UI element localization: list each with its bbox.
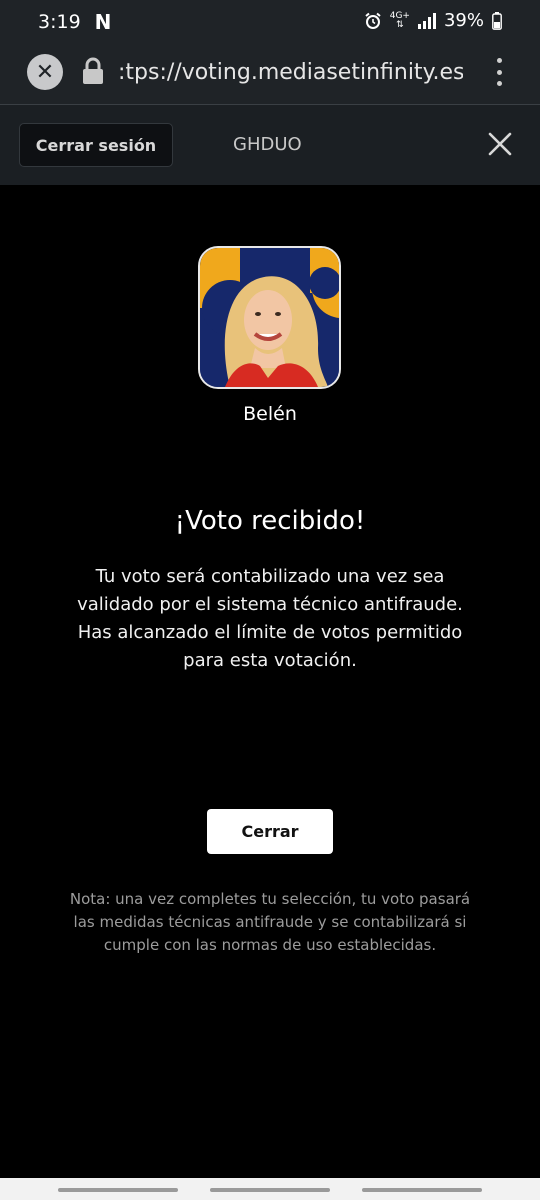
- more-options-icon[interactable]: [496, 58, 502, 86]
- system-navigation-bar: [0, 1178, 540, 1200]
- battery-icon: [492, 11, 502, 30]
- status-left: 3:19 N: [38, 10, 111, 34]
- netflix-notification-icon: N: [94, 10, 112, 34]
- confirmation-message: Tu voto será contabilizado una vez sea v…: [77, 566, 463, 671]
- browser-url-bar: ✕ :tps://voting.mediasetinfinity.es/e: [0, 44, 540, 105]
- battery-percent: 39%: [443, 10, 484, 31]
- close-button[interactable]: Cerrar: [207, 809, 333, 854]
- nav-back-button[interactable]: [362, 1188, 482, 1192]
- alarm-icon: [365, 12, 381, 29]
- candidate-photo: [200, 248, 339, 387]
- confirmation-title: ¡Voto recibido!: [174, 506, 366, 536]
- close-tab-icon[interactable]: ✕: [27, 54, 63, 90]
- nav-home-button[interactable]: [210, 1188, 330, 1192]
- url-field[interactable]: :tps://voting.mediasetinfinity.es/e: [118, 60, 463, 85]
- status-right: 4G+ ⇅ 39%: [364, 10, 502, 31]
- network-icon: 4G+ ⇅: [390, 11, 410, 30]
- candidate-avatar: [198, 246, 341, 389]
- program-name: GHDUO: [233, 134, 302, 155]
- nav-recents-button[interactable]: [58, 1188, 178, 1192]
- app-header: Cerrar sesión GHDUO: [0, 105, 540, 185]
- candidate-name: Belén: [243, 403, 297, 425]
- status-time: 3:19: [38, 11, 81, 33]
- data-arrows-icon: ⇅: [396, 19, 404, 30]
- status-bar: 3:19 N 4G+ ⇅ 39%: [0, 0, 540, 44]
- close-icon[interactable]: [486, 130, 514, 158]
- signal-icon: [417, 12, 436, 29]
- lock-icon[interactable]: [80, 56, 106, 86]
- anti-fraud-note: Nota: una vez completes tu selección, tu…: [69, 890, 471, 954]
- logout-button[interactable]: Cerrar sesión: [19, 123, 173, 167]
